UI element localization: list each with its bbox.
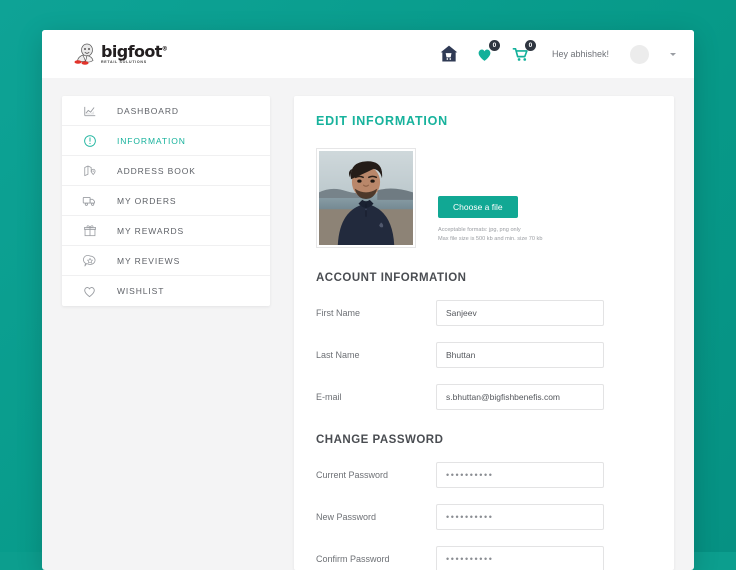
brand-logo[interactable]: bigfoot® RETAIL SOLUTIONS — [72, 41, 168, 65]
sidebar-item-dashboard[interactable]: DASHBOARD — [62, 96, 270, 126]
field-row-email: E-mail — [316, 384, 652, 410]
top-navigation-bar: bigfoot® RETAIL SOLUTIONS 0 0 Hey abhish… — [42, 30, 694, 78]
sidebar-item-my-rewards[interactable]: MY REWARDS — [62, 216, 270, 246]
new-password-input[interactable] — [436, 504, 604, 530]
sidebar-item-label: WISHLIST — [117, 286, 165, 296]
heart-outline-icon — [80, 282, 99, 301]
new-password-label: New Password — [316, 512, 377, 522]
main-content-panel: EDIT INFORMATION Choose a file Acceptabl… — [294, 96, 674, 570]
chart-icon — [80, 101, 99, 120]
upload-hint-line-2: Max file size is 500 kb and min. size 70… — [438, 235, 543, 242]
sidebar-item-my-orders[interactable]: MY ORDERS — [62, 186, 270, 216]
current-password-input[interactable] — [436, 462, 604, 488]
sidebar-item-label: DASHBOARD — [117, 105, 179, 116]
field-row-first-name: First Name — [316, 300, 652, 326]
wishlist-icon[interactable]: 0 — [474, 40, 500, 65]
sidebar-item-label: INFORMATION — [117, 135, 186, 146]
truck-icon — [80, 191, 99, 210]
confirm-password-label: Confirm Password — [316, 554, 390, 564]
first-name-input[interactable] — [436, 300, 604, 326]
topbar-actions: 0 0 Hey abhishek! — [438, 40, 676, 65]
sidebar-menu: DASHBOARD INFORMATION ADDRESS BOOK MY OR… — [62, 96, 270, 306]
email-input[interactable] — [436, 384, 604, 410]
cart-badge: 0 — [524, 40, 536, 51]
gift-icon — [80, 221, 99, 240]
sidebar-item-address-book[interactable]: ADDRESS BOOK — [62, 156, 270, 186]
page-body: DASHBOARD INFORMATION ADDRESS BOOK MY OR… — [42, 78, 694, 570]
field-row-current-password: Current Password — [316, 462, 652, 488]
sidebar-item-label: MY REWARDS — [117, 225, 185, 236]
sidebar-item-wishlist[interactable]: WISHLIST — [62, 276, 270, 306]
map-pin-icon — [80, 161, 99, 180]
logo-tagline: RETAIL SOLUTIONS — [101, 59, 147, 64]
field-row-confirm-password: Confirm Password — [316, 546, 652, 570]
cart-icon[interactable]: 0 — [510, 40, 536, 65]
bigfoot-mascot-icon — [74, 43, 94, 65]
email-label: E-mail — [316, 392, 342, 402]
wishlist-badge: 0 — [488, 40, 500, 51]
sidebar-item-label: MY REVIEWS — [117, 255, 181, 266]
account-information-heading: ACCOUNT INFORMATION — [316, 272, 467, 284]
sidebar-item-my-reviews[interactable]: MY REVIEWS — [62, 246, 270, 276]
upload-controls: Choose a file Acceptable formats: jpg, p… — [438, 148, 542, 243]
app-window: bigfoot® RETAIL SOLUTIONS 0 0 Hey abhish… — [42, 30, 694, 570]
first-name-label: First Name — [316, 308, 361, 318]
upload-hint-line-1: Acceptable formats: jpg, png only — [438, 227, 521, 233]
field-row-last-name: Last Name — [316, 342, 652, 368]
sidebar-item-label: ADDRESS BOOK — [117, 165, 196, 176]
chevron-down-icon[interactable] — [670, 52, 676, 56]
upload-hint: Acceptable formats: jpg, png only Max fi… — [438, 226, 542, 243]
last-name-label: Last Name — [316, 350, 360, 360]
choose-file-button[interactable]: Choose a file — [438, 196, 518, 218]
home-store-icon[interactable] — [438, 43, 460, 65]
page-background: bigfoot® RETAIL SOLUTIONS 0 0 Hey abhish… — [0, 0, 736, 570]
last-name-input[interactable] — [436, 342, 604, 368]
photo-upload-row: Choose a file Acceptable formats: jpg, p… — [316, 148, 652, 248]
profile-photo — [319, 151, 413, 245]
sidebar-item-information[interactable]: INFORMATION — [62, 126, 270, 156]
field-row-new-password: New Password — [316, 504, 652, 530]
avatar[interactable] — [630, 44, 649, 64]
sidebar-item-label: MY ORDERS — [117, 195, 177, 206]
info-circle-icon — [80, 131, 99, 150]
user-greeting: Hey abhishek! — [551, 49, 609, 59]
profile-photo-frame — [316, 148, 416, 248]
current-password-label: Current Password — [316, 470, 389, 480]
change-password-heading: CHANGE PASSWORD — [316, 434, 444, 446]
chat-star-icon — [80, 251, 99, 270]
logo-wordmark: bigfoot® — [101, 41, 168, 61]
page-title: EDIT INFORMATION — [316, 114, 449, 128]
confirm-password-input[interactable] — [436, 546, 604, 570]
